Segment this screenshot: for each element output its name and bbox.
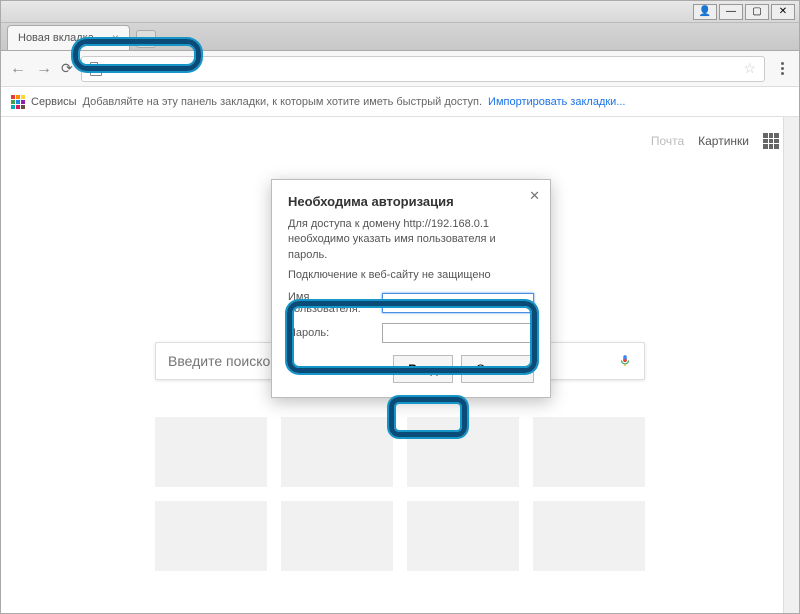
password-input[interactable]	[382, 323, 534, 343]
reload-button[interactable]: ⟳	[61, 60, 73, 77]
url-text: 192.168.0.1	[108, 61, 177, 76]
browser-toolbar: ← → ⟳ 192.168.0.1 ☆	[1, 51, 799, 87]
dialog-title: Необходима авторизация	[288, 194, 534, 209]
thumbnail[interactable]	[407, 501, 519, 571]
thumbnail-grid	[155, 417, 645, 571]
apps-label[interactable]: Сервисы	[31, 96, 77, 108]
close-tab-icon[interactable]: ×	[112, 31, 119, 45]
thumbnail[interactable]	[281, 501, 393, 571]
thumbnail[interactable]	[155, 417, 267, 487]
password-label: Пароль:	[288, 327, 376, 339]
minimize-button[interactable]: —	[719, 4, 743, 20]
voice-search-icon[interactable]	[618, 351, 632, 371]
page-content: Почта Картинки ✕ Необходима авторизация …	[1, 117, 799, 613]
maximize-button[interactable]: ▢	[745, 4, 769, 20]
import-bookmarks-link[interactable]: Импортировать закладки...	[488, 96, 625, 108]
mail-link[interactable]: Почта	[651, 134, 684, 148]
address-bar[interactable]: 192.168.0.1 ☆	[81, 56, 765, 82]
cancel-button[interactable]: Отмена	[461, 355, 534, 383]
scrollbar[interactable]	[783, 117, 799, 613]
bookmark-bar: Сервисы Добавляйте на эту панель закладк…	[1, 87, 799, 117]
dialog-close-icon[interactable]: ✕	[529, 188, 540, 204]
tab-strip: Новая вкладка ×	[1, 23, 799, 51]
thumbnail[interactable]	[407, 417, 519, 487]
dialog-warning: Подключение к веб-сайту не защищено	[288, 269, 534, 281]
browser-tab[interactable]: Новая вкладка ×	[7, 25, 130, 50]
apps-icon[interactable]	[11, 95, 25, 109]
page-icon	[90, 62, 102, 76]
login-button[interactable]: Вход	[393, 355, 453, 383]
back-button[interactable]: ←	[9, 60, 27, 78]
thumbnail[interactable]	[155, 501, 267, 571]
window-titlebar: 👤 — ▢ ✕	[1, 1, 799, 23]
tab-title: Новая вкладка	[18, 32, 94, 44]
images-link[interactable]: Картинки	[698, 134, 749, 148]
new-tab-button[interactable]	[136, 30, 156, 48]
username-input[interactable]	[382, 293, 534, 313]
auth-dialog: ✕ Необходима авторизация Для доступа к д…	[271, 179, 551, 398]
top-links: Почта Картинки	[651, 133, 779, 149]
thumbnail[interactable]	[533, 501, 645, 571]
apps-grid-icon[interactable]	[763, 133, 779, 149]
user-icon[interactable]: 👤	[693, 4, 717, 20]
thumbnail[interactable]	[533, 417, 645, 487]
bookmark-hint: Добавляйте на эту панель закладки, к кот…	[83, 96, 482, 108]
username-label: Имя пользователя:	[288, 291, 376, 315]
browser-menu-button[interactable]	[773, 62, 791, 75]
close-window-button[interactable]: ✕	[771, 4, 795, 20]
forward-button[interactable]: →	[35, 60, 53, 78]
bookmark-star-icon[interactable]: ☆	[743, 60, 756, 77]
thumbnail[interactable]	[281, 417, 393, 487]
dialog-message: Для доступа к домену http://192.168.0.1 …	[288, 217, 534, 263]
